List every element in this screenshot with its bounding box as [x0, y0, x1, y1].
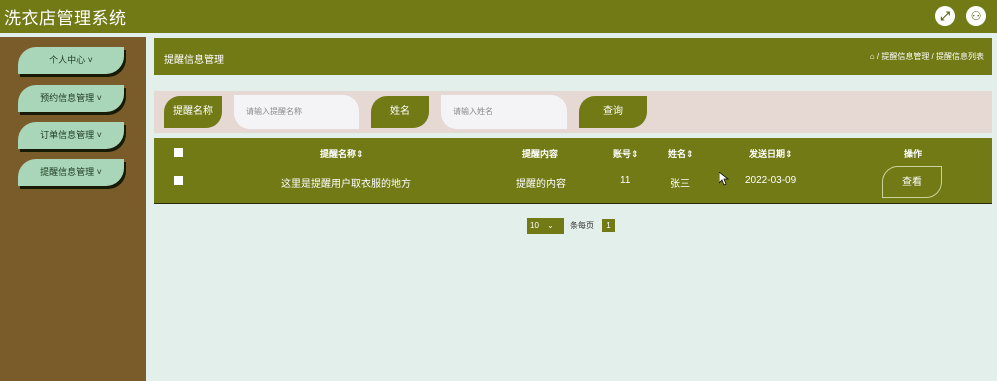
column-header-account[interactable]: 账号⇕: [613, 147, 639, 160]
sidebar-item-appointment[interactable]: 预约信息管理 ˅: [18, 85, 124, 112]
column-header-name[interactable]: 提醒名称⇕: [320, 147, 364, 160]
page-size-value: 10: [530, 221, 539, 230]
chevron-down-icon: ⌄: [547, 221, 554, 230]
column-header-person[interactable]: 姓名⇕: [668, 147, 694, 160]
cell-account: 11: [620, 175, 631, 186]
person-search-input[interactable]: 请输入姓名: [441, 95, 567, 129]
sidebar-item-label: 预约信息管理: [40, 93, 95, 103]
name-search-label: 提醒名称: [164, 96, 222, 128]
row-checkbox[interactable]: [174, 176, 183, 185]
per-page-label: 条每页: [570, 221, 594, 230]
name-search-input[interactable]: 请输入提醒名称: [234, 95, 359, 129]
sidebar-item-label: 提醒信息管理: [40, 167, 95, 177]
reminders-table: 提醒名称⇕ 提醒内容 账号⇕ 姓名⇕ 发送日期⇕ 操作 这里是提醒用户取衣服的地…: [154, 138, 992, 204]
home-icon[interactable]: ⌂: [870, 52, 875, 61]
page-number-button[interactable]: 1: [602, 219, 615, 232]
sidebar-item-label: 个人中心: [49, 55, 86, 65]
search-bar: 提醒名称 请输入提醒名称 姓名 请输入姓名 查询: [154, 91, 992, 133]
page-header: 提醒信息管理 ⌂ / 提醒信息管理 / 提醒信息列表: [154, 38, 992, 75]
page-title: 提醒信息管理: [164, 55, 224, 66]
fullscreen-icon[interactable]: ⤢: [935, 6, 955, 26]
chevron-down-icon: ˅: [87, 55, 93, 65]
cursor-icon: [719, 172, 729, 186]
cell-person: 张三: [670, 179, 690, 190]
chevron-down-icon: ˅: [96, 93, 102, 103]
cell-name: 这里是提醒用户取衣服的地方: [281, 179, 411, 190]
sidebar-item-reminders[interactable]: 提醒信息管理 ˅: [18, 159, 124, 186]
breadcrumb-path: / 提醒信息管理 / 提醒信息列表: [876, 52, 984, 61]
chevron-down-icon: ˅: [96, 167, 102, 177]
select-all-checkbox[interactable]: [174, 148, 183, 157]
column-header-action: 操作: [904, 149, 923, 159]
column-header-date[interactable]: 发送日期⇕: [749, 147, 793, 160]
column-header-content: 提醒内容: [522, 149, 559, 159]
app-title: 洗衣店管理系统: [4, 9, 127, 28]
sidebar: 个人中心 ˅ 预约信息管理 ˅ 订单信息管理 ˅ 提醒信息管理 ˅: [0, 37, 146, 381]
sidebar-item-label: 订单信息管理: [40, 130, 95, 140]
breadcrumb: ⌂ / 提醒信息管理 / 提醒信息列表: [870, 51, 984, 62]
query-button[interactable]: 查询: [579, 96, 647, 128]
chevron-down-icon: ˅: [96, 130, 102, 140]
person-search-label: 姓名: [371, 96, 429, 128]
view-button[interactable]: 查看: [882, 166, 942, 198]
sidebar-item-orders[interactable]: 订单信息管理 ˅: [18, 122, 124, 149]
user-icon[interactable]: ⚇: [966, 6, 986, 26]
top-bar: 洗衣店管理系统 ⤢ ⚇: [0, 0, 997, 33]
cell-date: 2022-03-09: [745, 175, 797, 186]
cell-content: 提醒的内容: [516, 179, 566, 190]
page-size-select[interactable]: 10 ⌄: [527, 218, 564, 234]
sidebar-item-personal-center[interactable]: 个人中心 ˅: [18, 47, 124, 74]
